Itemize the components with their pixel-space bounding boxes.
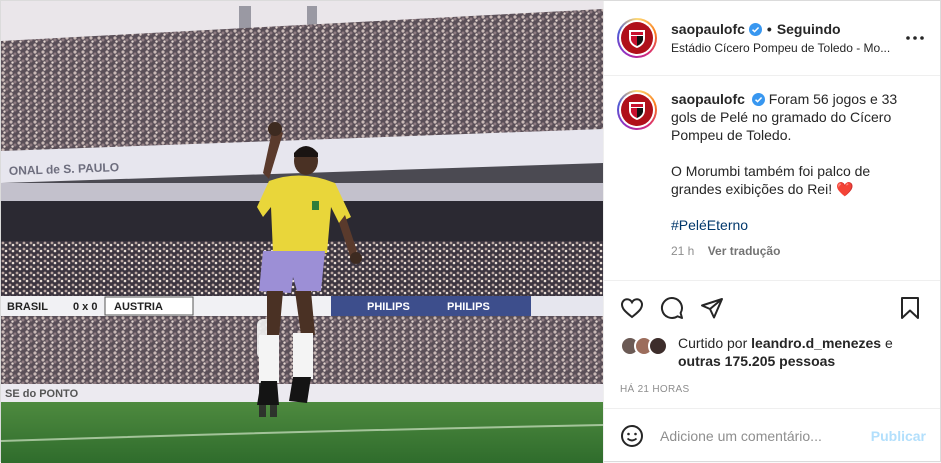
likes-text: Curtido por leandro.d_menezes e outras 1… (678, 334, 926, 370)
save-button[interactable] (898, 296, 922, 320)
post-timestamp[interactable]: HÁ 21 HORAS (604, 370, 940, 408)
post-photo[interactable]: ONAL de S. PAULO BRASIL 0 x 0 AUSTRIA PH… (1, 1, 603, 463)
share-button[interactable] (700, 296, 724, 320)
board-brasil: BRASIL (7, 301, 48, 313)
caption-avatar[interactable] (617, 90, 657, 130)
action-bar (604, 280, 940, 334)
verified-icon (748, 22, 762, 36)
header-text: saopaulofc • Seguindo Estádio Cícero Pom… (671, 21, 902, 55)
hashtag-link[interactable]: #PeléEterno (671, 217, 748, 233)
share-icon (701, 297, 723, 318)
board-philips-1: PHILIPS (367, 301, 410, 313)
likes-prefix: Curtido por (678, 335, 748, 351)
emoji-icon (621, 425, 643, 447)
caption-body: saopaulofc Foram 56 jogos e 33 gols de P… (671, 90, 906, 260)
instagram-post: ONAL de S. PAULO BRASIL 0 x 0 AUSTRIA PH… (0, 0, 941, 463)
post-sidebar: saopaulofc • Seguindo Estádio Cícero Pom… (603, 1, 940, 463)
caption-username[interactable]: saopaulofc (671, 91, 745, 107)
heart-icon (620, 297, 644, 318)
board-austria: AUSTRIA (114, 301, 163, 313)
follow-status-button[interactable]: Seguindo (777, 21, 841, 37)
likes-summary: Curtido por leandro.d_menezes e outras 1… (604, 334, 940, 370)
likes-others-link[interactable]: outras 175.205 pessoas (678, 353, 835, 369)
caption-age: 21 h (671, 244, 695, 258)
post-header: saopaulofc • Seguindo Estádio Cícero Pom… (604, 1, 940, 76)
separator-dot: • (766, 21, 772, 37)
comment-input[interactable] (660, 428, 871, 444)
verified-icon (751, 93, 765, 106)
translate-button[interactable]: Ver tradução (708, 244, 781, 258)
club-crest-icon (621, 22, 653, 54)
more-options-button[interactable] (902, 28, 928, 48)
comment-button[interactable] (660, 296, 684, 320)
caption: saopaulofc Foram 56 jogos e 33 gols de P… (617, 90, 928, 260)
header-username[interactable]: saopaulofc (671, 21, 745, 37)
board-score: 0 x 0 (73, 301, 97, 313)
heart-emoji: ❤️ (836, 181, 854, 197)
board-philips-2: PHILIPS (447, 301, 490, 313)
comment-box: Publicar (604, 408, 940, 463)
avatar[interactable] (617, 18, 657, 58)
likes-and: e (884, 335, 893, 351)
caption-area: saopaulofc Foram 56 jogos e 33 gols de P… (604, 76, 940, 280)
liker-username[interactable]: leandro.d_menezes (751, 335, 881, 351)
publish-button[interactable]: Publicar (871, 428, 926, 444)
more-icon (906, 36, 924, 40)
banner-bottom-text: SE do PONTO (5, 388, 79, 400)
emoji-button[interactable] (620, 424, 644, 448)
location-link[interactable]: Estádio Cícero Pompeu de Toledo - Mo... (671, 41, 901, 55)
save-icon (901, 296, 919, 319)
like-button[interactable] (620, 296, 644, 320)
club-crest-icon (621, 94, 653, 126)
liker-avatar (648, 336, 668, 356)
liker-avatars[interactable] (620, 336, 672, 356)
caption-meta: 21 h Ver tradução (671, 242, 906, 260)
photo-illustration: ONAL de S. PAULO BRASIL 0 x 0 AUSTRIA PH… (1, 1, 603, 463)
comment-icon (661, 296, 683, 319)
